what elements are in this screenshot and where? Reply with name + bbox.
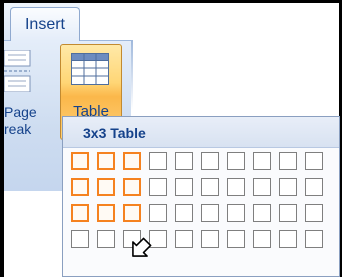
- grid-cell[interactable]: [71, 204, 89, 222]
- grid-cell[interactable]: [201, 178, 219, 196]
- insert-table-dropdown: 3x3 Table: [62, 116, 340, 277]
- mouse-pointer-icon: [132, 237, 152, 257]
- grid-cell[interactable]: [227, 204, 245, 222]
- grid-cell[interactable]: [253, 204, 271, 222]
- grid-cell[interactable]: [71, 230, 89, 248]
- grid-cell[interactable]: [253, 152, 271, 170]
- grid-cell[interactable]: [149, 178, 167, 196]
- grid-cell[interactable]: [227, 178, 245, 196]
- grid-cell[interactable]: [305, 204, 323, 222]
- page-break-label[interactable]: Page reak: [4, 104, 38, 138]
- page-break-icon: [4, 50, 31, 92]
- dropdown-header: 3x3 Table: [63, 117, 339, 148]
- grid-cell[interactable]: [279, 152, 297, 170]
- grid-cell[interactable]: [253, 178, 271, 196]
- grid-cell[interactable]: [123, 204, 141, 222]
- grid-cell[interactable]: [97, 230, 115, 248]
- grid-cell[interactable]: [279, 204, 297, 222]
- grid-cell[interactable]: [175, 204, 193, 222]
- table-size-title: 3x3 Table: [83, 125, 146, 141]
- grid-cell[interactable]: [227, 152, 245, 170]
- grid-cell[interactable]: [201, 230, 219, 248]
- grid-cell[interactable]: [227, 230, 245, 248]
- grid-cell[interactable]: [175, 152, 193, 170]
- grid-cell[interactable]: [201, 204, 219, 222]
- grid-cell[interactable]: [253, 230, 271, 248]
- grid-cell[interactable]: [97, 204, 115, 222]
- grid-cell[interactable]: [123, 178, 141, 196]
- grid-cell[interactable]: [97, 178, 115, 196]
- grid-cell[interactable]: [305, 230, 323, 248]
- grid-cell[interactable]: [175, 178, 193, 196]
- grid-cell[interactable]: [175, 230, 193, 248]
- grid-cell[interactable]: [279, 178, 297, 196]
- grid-cell[interactable]: [123, 152, 141, 170]
- ribbon-panel-edge: [131, 40, 133, 110]
- table-icon: [71, 53, 109, 85]
- grid-cell[interactable]: [149, 204, 167, 222]
- grid-cell[interactable]: [71, 178, 89, 196]
- grid-cell[interactable]: [305, 178, 323, 196]
- grid-cell[interactable]: [97, 152, 115, 170]
- tab-insert[interactable]: Insert: [10, 7, 80, 41]
- grid-cell[interactable]: [279, 230, 297, 248]
- grid-cell[interactable]: [71, 152, 89, 170]
- grid-cell[interactable]: [305, 152, 323, 170]
- grid-cell[interactable]: [201, 152, 219, 170]
- grid-cell[interactable]: [149, 152, 167, 170]
